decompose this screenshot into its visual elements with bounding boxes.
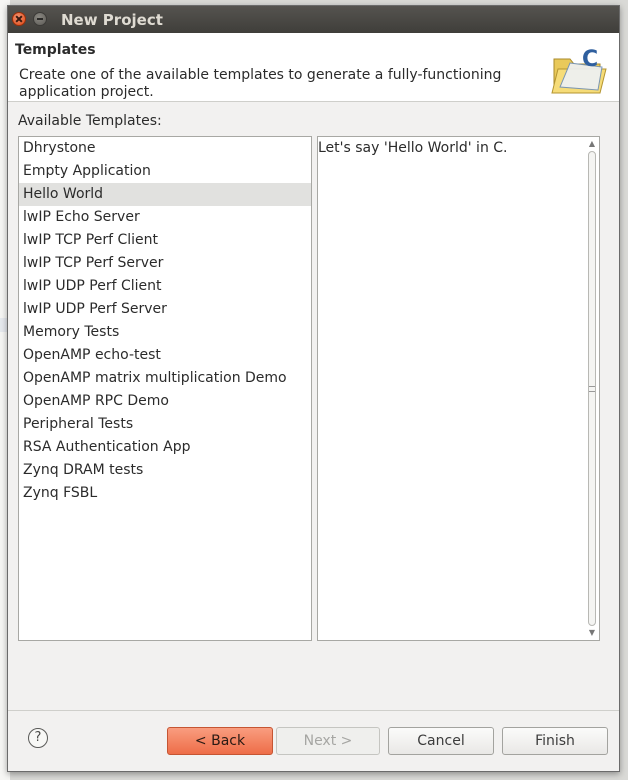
c-project-folder-icon: C [551,47,607,94]
template-list-item[interactable]: Hello World [19,183,311,206]
template-list-item[interactable]: lwIP UDP Perf Server [19,298,311,321]
back-button[interactable]: < Back [167,727,273,755]
template-list-item[interactable]: OpenAMP RPC Demo [19,390,311,413]
title-bar[interactable]: New Project [8,6,619,33]
template-list-item[interactable]: RSA Authentication App [19,436,311,459]
template-list-item[interactable]: Zynq DRAM tests [19,459,311,482]
scroll-down-icon[interactable]: ▼ [587,628,597,638]
template-list-item[interactable]: lwIP TCP Perf Server [19,252,311,275]
template-list-item[interactable]: lwIP TCP Perf Client [19,229,311,252]
template-list-item[interactable]: Peripheral Tests [19,413,311,436]
template-list-item[interactable]: OpenAMP echo-test [19,344,311,367]
template-description-pane: Let's say 'Hello World' in C. ▲ ▼ [317,136,600,641]
page-description: Create one of the available templates to… [19,67,502,100]
template-list-item[interactable]: lwIP Echo Server [19,206,311,229]
template-list-item[interactable]: Memory Tests [19,321,311,344]
template-list-item[interactable]: lwIP UDP Perf Client [19,275,311,298]
close-icon[interactable] [12,12,26,26]
templates-list[interactable]: Dhrystone Empty Application Hello World lwI… [18,136,312,641]
c-letter: C [582,47,598,72]
wizard-header: Templates Create one of the available te… [8,33,619,102]
scrollbar-grip-icon[interactable] [589,386,595,392]
template-description: Let's say 'Hello World' in C. [318,140,508,156]
template-list-item[interactable]: OpenAMP matrix multiplication Demo [19,367,311,390]
template-list-item[interactable]: Dhrystone [19,137,311,160]
window-title: New Project [61,11,163,29]
new-project-dialog: New Project Templates Create one of the … [7,5,620,772]
finish-button[interactable]: Finish [502,727,608,755]
cancel-button[interactable]: Cancel [388,727,494,755]
button-bar-separator [8,710,619,711]
page-title: Templates [15,42,96,58]
available-templates-label: Available Templates: [18,113,162,129]
help-icon[interactable]: ? [28,728,48,748]
template-list-item[interactable]: Zynq FSBL [19,482,311,505]
scroll-up-icon[interactable]: ▲ [587,139,597,149]
next-button: Next > [276,727,380,755]
description-scrollbar[interactable]: ▲ ▼ [586,139,598,638]
template-list-item[interactable]: Empty Application [19,160,311,183]
minimize-icon[interactable] [33,12,47,26]
